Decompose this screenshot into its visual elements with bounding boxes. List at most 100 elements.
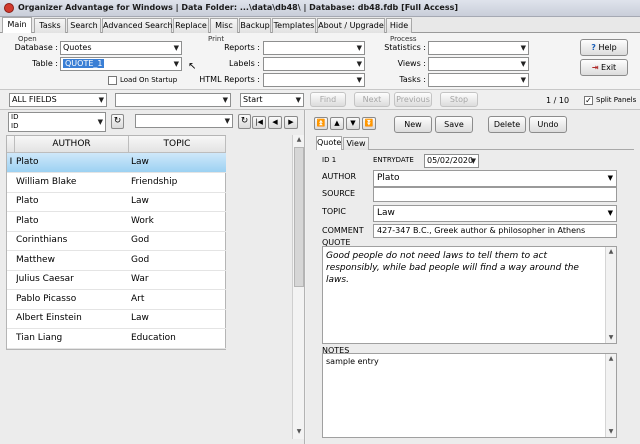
save-button[interactable]: Save [435,116,473,133]
stop-button[interactable]: Stop [440,92,478,107]
tab-backup[interactable]: Backup [239,18,271,33]
help-button[interactable]: ? Help [580,39,628,56]
scroll-up-icon[interactable]: ▲ [294,136,304,146]
views-select[interactable]: ▼ [428,57,529,71]
database-select[interactable]: Quotes ▼ [60,41,182,55]
next-button[interactable]: Next [354,92,390,107]
table-row[interactable]: Corinthians God [7,231,226,251]
tab-quote[interactable]: Quote [316,136,342,150]
prev-icon: ◀ [272,118,278,126]
next-record-nav-button[interactable]: ▼ [346,117,360,130]
html-reports-select[interactable]: ▼ [263,73,365,87]
tab-misc[interactable]: Misc [210,18,238,33]
entrydate-field[interactable]: 05/02/2020 ▼ [424,154,479,168]
tab-hide[interactable]: Hide [386,18,412,33]
tab-tasks[interactable]: Tasks [34,18,66,33]
load-on-startup-checkbox[interactable] [108,76,117,85]
scroll-down-icon[interactable]: ▼ [294,428,304,438]
chevron-down-icon: ▼ [520,76,526,84]
undo-button[interactable]: Undo [529,116,567,133]
author-field[interactable]: Plato ▼ [373,170,617,187]
chevron-down-icon: ▼ [224,117,230,125]
previous-button[interactable]: Previous [394,92,432,107]
table-row[interactable]: Plato Work [7,212,226,232]
tab-main[interactable]: Main [2,17,32,33]
last-record-nav-button[interactable]: ⏬ [362,117,376,130]
labels-select[interactable]: ▼ [263,57,365,71]
tab-search[interactable]: Search [67,18,101,33]
sort-field-select[interactable]: ID ID ▼ [8,112,106,132]
row-indicator [7,290,15,309]
sort-field-value: ID [11,113,19,121]
tab-view[interactable]: View [343,137,369,150]
topic-cell: Law [131,196,149,206]
table-row[interactable]: Matthew God [7,251,226,271]
comment-field[interactable]: 427-347 B.C., Greek author & philosopher… [373,224,617,238]
chevron-down-icon: ▼ [470,157,476,165]
table-row[interactable]: I Plato Law [7,153,226,173]
exit-icon: ⇥ [591,63,599,72]
search-text-input[interactable]: ▼ [115,93,231,107]
table-select[interactable]: QUOTE_1 ▼ [60,57,182,71]
prev-record-nav-button[interactable]: ▲ [330,117,344,130]
views-label: Views : [397,59,426,68]
tab-replace[interactable]: Replace [173,18,209,33]
help-icon: ? [591,43,596,52]
notes-textarea[interactable]: sample entry ▲ ▼ [322,353,617,438]
html-reports-label: HTML Reports : [199,75,260,84]
topic-cell: War [131,274,149,284]
table-row[interactable]: Tian Liang Education [7,329,226,349]
reports-label: Reports : [224,43,260,52]
first-record-button[interactable]: |◀ [252,116,266,129]
scroll-up-icon[interactable]: ▲ [606,247,616,257]
table-row[interactable]: Plato Law [7,192,226,212]
new-button[interactable]: New [394,116,432,133]
source-field[interactable] [373,187,617,202]
topic-cell: God [131,235,150,245]
scroll-up-icon[interactable]: ▲ [606,354,616,364]
chevron-down-icon: ▼ [607,174,613,182]
table-row[interactable]: Julius Caesar War [7,270,226,290]
delete-button[interactable]: Delete [488,116,526,133]
grid-scrollbar[interactable]: ▲ ▼ [292,135,304,439]
refresh-sort-button[interactable]: ↻ [111,114,124,129]
tab-about-upgrade[interactable]: About / Upgrade [317,18,385,33]
window-title: Organizer Advantage for Windows | Data F… [18,3,459,12]
find-button[interactable]: Find [310,92,346,107]
statistics-select[interactable]: ▼ [428,41,529,55]
table-row[interactable]: Albert Einstein Law [7,309,226,329]
chevron-down-icon: ▼ [173,60,179,68]
quote-scrollbar[interactable]: ▲ ▼ [605,247,616,343]
exit-button[interactable]: ⇥ Exit [580,59,628,76]
first-record-nav-button[interactable]: ⏫ [314,117,328,130]
table-row[interactable]: William Blake Friendship [7,173,226,193]
column-header-topic[interactable]: TOPIC [129,136,226,153]
refresh-icon: ↻ [113,116,122,126]
reports-select[interactable]: ▼ [263,41,365,55]
search-field-select[interactable]: ALL FIELDS ▼ [9,93,107,107]
tab-templates[interactable]: Templates [272,18,316,33]
scroll-down-icon[interactable]: ▼ [606,427,616,437]
scroll-thumb[interactable] [294,147,304,287]
filter-select[interactable]: ▼ [135,114,233,128]
chevron-down-icon: ▼ [222,96,228,104]
prev-record-button[interactable]: ◀ [268,116,282,129]
refresh-filter-button[interactable]: ↻ [238,114,251,129]
table-row[interactable]: Pablo Picasso Art [7,290,226,310]
search-mode-select[interactable]: Start ▼ [240,93,304,107]
next-record-button[interactable]: ▶ [284,116,298,129]
column-header-author[interactable]: AUTHOR [15,136,129,153]
chevron-down-icon: ▼ [173,44,179,52]
author-cell: Pablo Picasso [16,293,77,304]
author-cell: Matthew [16,254,55,265]
quote-textarea[interactable]: Good people do not need laws to tell the… [322,246,617,344]
split-panels-checkbox[interactable]: ✓ [584,96,593,105]
chevron-down-icon: ▼ [520,60,526,68]
notes-scrollbar[interactable]: ▲ ▼ [605,354,616,437]
tab-advanced-search[interactable]: Advanced Search [102,18,173,33]
tasks-select[interactable]: ▼ [428,73,529,87]
split-panels-label: Split Panels [596,96,637,104]
search-bar: ALL FIELDS ▼ ▼ Start ▼ Find Next Previous … [0,90,640,110]
topic-field[interactable]: Law ▼ [373,205,617,222]
scroll-down-icon[interactable]: ▼ [606,333,616,343]
